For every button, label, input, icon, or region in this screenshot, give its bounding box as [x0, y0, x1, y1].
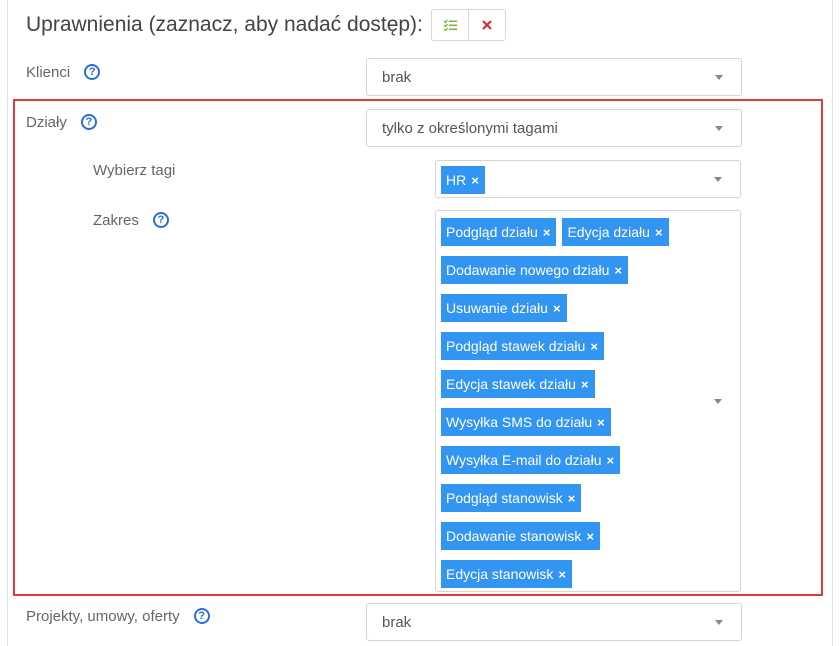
tag-chip: Dodawanie nowego działu × [441, 256, 629, 284]
permissions-header: Uprawnienia (zaznacz, aby nadać dostęp): [26, 9, 506, 41]
dzialy-label: Działy [26, 113, 67, 131]
zakres-multiselect[interactable]: Podgląd działu × Edycja działu × Dodawanie… [435, 210, 741, 592]
zakres-label-group: Zakres ? [93, 208, 169, 232]
zakres-label: Zakres [93, 211, 139, 229]
tag-chip: Usuwanie działu × [441, 294, 567, 322]
tag-label: Dodawanie nowego działu [446, 262, 610, 278]
tag-chip: Edycja stanowisk × [441, 560, 572, 588]
zakres-help-icon[interactable]: ? [152, 212, 169, 228]
remove-tag-icon[interactable]: × [581, 377, 589, 392]
select-actions-group [430, 9, 506, 41]
tag-label: Dodawanie stanowisk [446, 528, 582, 544]
tag-label: Podgląd stawek działu [446, 338, 586, 354]
tag-chip: Edycja działu × [562, 218, 669, 246]
projekty-select-value: brak [382, 613, 412, 631]
tag-chip: Wysyłka SMS do działu × [441, 408, 611, 436]
close-icon [482, 20, 492, 30]
klienci-label-group: Klienci ? [26, 60, 101, 84]
klienci-select-value: brak [382, 68, 412, 86]
zakres-tags: Podgląd działu × Edycja działu × Dodawanie… [441, 218, 711, 588]
dzialy-select[interactable]: tylko z określonymi tagami [366, 109, 742, 147]
tag-label: Edycja stawek działu [446, 376, 576, 392]
tag-chip: Wysyłka E-mail do działu × [441, 446, 621, 474]
remove-tag-icon[interactable]: × [568, 491, 576, 506]
wybierz-tagi-label: Wybierz tagi [93, 161, 176, 179]
panel-left-border [7, 0, 8, 646]
remove-tag-icon[interactable]: × [471, 173, 479, 188]
wybierz-tagi-label-group: Wybierz tagi [93, 158, 175, 182]
chevron-down-icon [714, 177, 722, 182]
chevron-down-icon [715, 75, 723, 80]
dzialy-select-value: tylko z określonymi tagami [382, 119, 558, 137]
tag-chip: HR × [441, 166, 485, 194]
remove-tag-icon[interactable]: × [614, 263, 622, 278]
klienci-label: Klienci [26, 63, 71, 81]
remove-tag-icon[interactable]: × [586, 529, 594, 544]
remove-tag-icon[interactable]: × [590, 339, 598, 354]
tag-label: Usuwanie działu [446, 300, 548, 316]
tag-chip: Podgląd stanowisk × [441, 484, 582, 512]
chevron-down-icon [714, 399, 722, 404]
projekty-help-icon[interactable]: ? [193, 608, 210, 624]
projekty-label-group: Projekty, umowy, oferty ? [26, 604, 210, 628]
remove-tag-icon[interactable]: × [597, 415, 605, 430]
tag-chip: Podgląd działu × [441, 218, 557, 246]
tag-label: Edycja stanowisk [446, 566, 554, 582]
remove-tag-icon[interactable]: × [543, 225, 551, 240]
wybierz-tagi-tags: HR × [441, 166, 485, 194]
clear-all-button[interactable] [467, 10, 505, 40]
tag-label: Wysyłka E-mail do działu [446, 452, 602, 468]
tag-label: Wysyłka SMS do działu [446, 414, 593, 430]
tag-chip: Dodawanie stanowisk × [441, 522, 600, 550]
panel-right-border [832, 0, 833, 646]
dzialy-help-icon[interactable]: ? [80, 114, 97, 130]
chevron-down-icon [715, 126, 723, 131]
tag-label: HR [446, 172, 467, 188]
remove-tag-icon[interactable]: × [606, 453, 614, 468]
klienci-help-icon[interactable]: ? [84, 64, 101, 80]
wybierz-tagi-select[interactable]: HR × [435, 160, 741, 198]
select-all-button[interactable] [431, 10, 468, 40]
check-list-icon [443, 19, 457, 31]
projekty-select[interactable]: brak [366, 603, 742, 641]
tag-chip: Podgląd stawek działu × [441, 332, 604, 360]
klienci-select[interactable]: brak [366, 58, 742, 96]
tag-label: Podgląd stanowisk [446, 490, 563, 506]
permissions-title: Uprawnienia (zaznacz, aby nadać dostęp): [26, 13, 423, 36]
tag-label: Podgląd działu [446, 224, 538, 240]
remove-tag-icon[interactable]: × [558, 567, 566, 582]
tag-label: Edycja działu [567, 224, 650, 240]
dzialy-label-group: Działy ? [26, 110, 97, 134]
remove-tag-icon[interactable]: × [655, 225, 663, 240]
remove-tag-icon[interactable]: × [553, 301, 561, 316]
tag-chip: Edycja stawek działu × [441, 370, 595, 398]
chevron-down-icon [715, 620, 723, 625]
projekty-label: Projekty, umowy, oferty [26, 607, 180, 625]
